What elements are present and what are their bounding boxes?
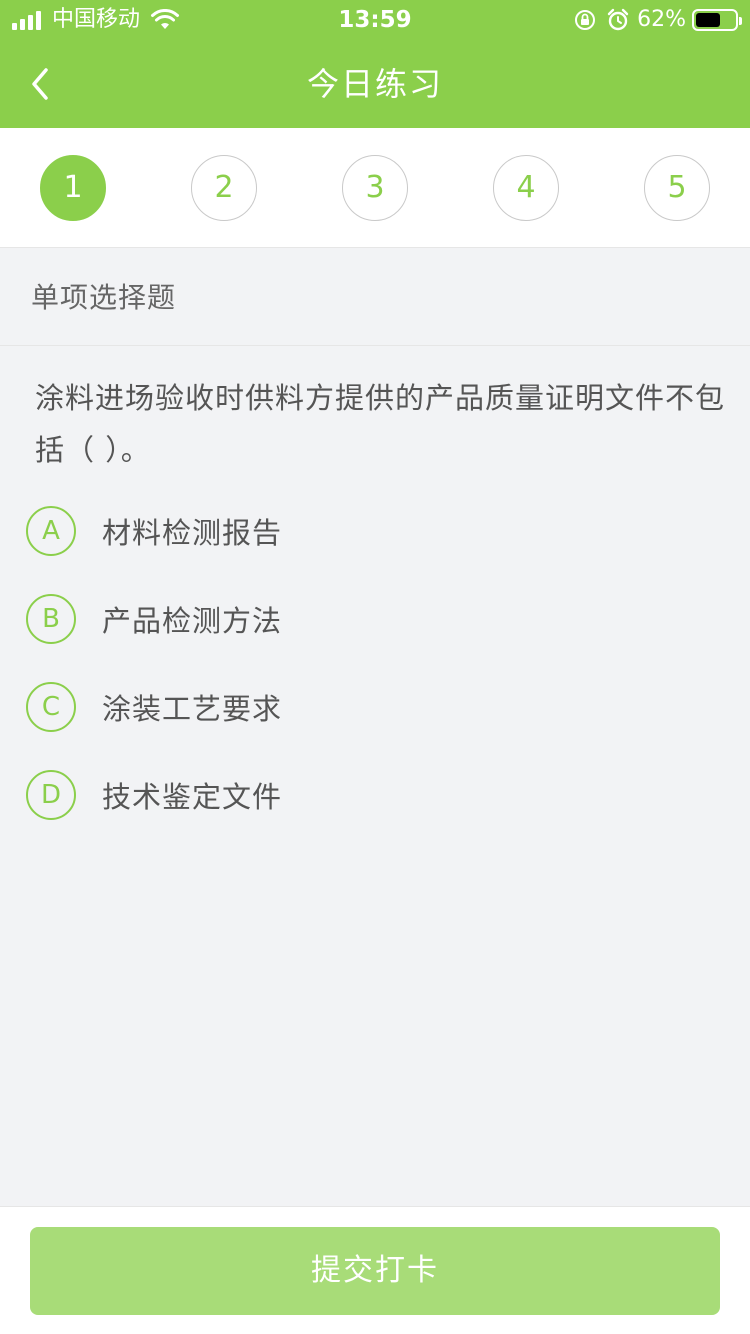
option-d[interactable]: D 技术鉴定文件 xyxy=(26,769,726,821)
page-title: 今日练习 xyxy=(306,65,443,103)
alarm-icon xyxy=(607,8,629,31)
question-stem: 涂料进场验收时供料方提供的产品质量证明文件不包括（ ）。 xyxy=(35,381,726,467)
footer-bar: 提交打卡 xyxy=(0,1206,750,1334)
status-bar: 中国移动 13:59 62% xyxy=(0,0,750,40)
step-4[interactable]: 4 xyxy=(493,155,559,221)
option-d-text: 技术鉴定文件 xyxy=(102,780,283,814)
practice-screen: 中国移动 13:59 62% 今日练习 1 2 3 4 5 单项选择题 涂料进场… xyxy=(0,0,750,1334)
step-3[interactable]: 3 xyxy=(342,155,408,221)
option-b-text: 产品检测方法 xyxy=(102,604,283,638)
question-step-indicator: 1 2 3 4 5 xyxy=(0,128,750,248)
question-type-label: 单项选择题 xyxy=(31,281,177,314)
battery-cap xyxy=(739,17,742,25)
back-button[interactable] xyxy=(18,58,62,110)
option-b-badge: B xyxy=(26,594,76,644)
option-c[interactable]: C 涂装工艺要求 xyxy=(26,681,726,733)
step-1[interactable]: 1 xyxy=(40,155,106,221)
option-a-text: 材料检测报告 xyxy=(102,516,283,550)
chevron-left-icon xyxy=(32,68,48,100)
battery-icon xyxy=(692,9,742,31)
orientation-lock-icon xyxy=(575,10,596,30)
battery-fill xyxy=(696,13,720,27)
option-c-badge: C xyxy=(26,682,76,732)
status-right: 62% xyxy=(573,6,742,34)
option-d-badge: D xyxy=(26,770,76,820)
step-2[interactable]: 2 xyxy=(191,155,257,221)
submit-checkin-button[interactable]: 提交打卡 xyxy=(30,1227,720,1315)
app-header: 中国移动 13:59 62% 今日练习 xyxy=(0,0,750,128)
step-5[interactable]: 5 xyxy=(644,155,710,221)
option-a[interactable]: A 材料检测报告 xyxy=(26,505,726,557)
option-a-badge: A xyxy=(26,506,76,556)
nav-bar: 今日练习 xyxy=(0,40,750,128)
option-b[interactable]: B 产品检测方法 xyxy=(26,593,726,645)
option-c-text: 涂装工艺要求 xyxy=(102,692,283,726)
question-type-bar: 单项选择题 xyxy=(0,249,750,346)
battery-percent: 62% xyxy=(637,7,686,32)
